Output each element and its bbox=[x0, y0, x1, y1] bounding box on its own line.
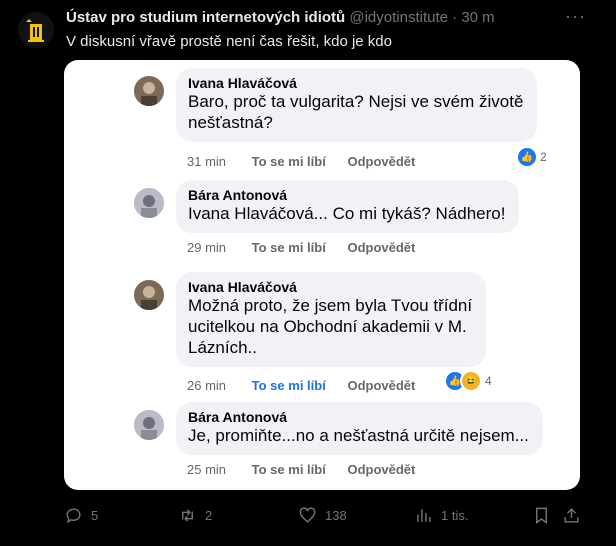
author-name[interactable]: Ústav pro studium internetových idiotů bbox=[66, 9, 345, 26]
comment-text-line: Baro, proč ta vulgarita? Nejsi ve svém ž… bbox=[188, 92, 524, 111]
retweet-icon bbox=[182, 509, 193, 522]
tweet-image[interactable]: Ivana Hlaváčová Baro, proč ta vulgarita?… bbox=[64, 60, 580, 490]
reply-icon bbox=[66, 508, 81, 524]
retweet-count: 2 bbox=[205, 508, 213, 523]
comment-meta: 26 min To se mi líbí Odpovědět bbox=[187, 378, 433, 393]
thumbs-up-icon: 👍 bbox=[516, 146, 538, 168]
commenter-avatar bbox=[134, 76, 164, 106]
comment-time: 25 min bbox=[187, 462, 227, 477]
comment-bubble: Ivana Hlaváčová Možná proto, že jsem byl… bbox=[176, 272, 487, 367]
reaction-count: 4 bbox=[485, 374, 492, 388]
reaction-count: 2 bbox=[540, 150, 547, 164]
share-button[interactable] bbox=[562, 506, 581, 525]
reply-link[interactable]: Odpovědět bbox=[347, 378, 415, 393]
comment-text-line: Lázních.. bbox=[188, 338, 257, 357]
reply-button[interactable]: 5 bbox=[64, 506, 98, 525]
comment-time: 26 min bbox=[187, 378, 227, 393]
comment-meta: 31 min To se mi líbí Odpovědět bbox=[187, 154, 433, 169]
like-link[interactable]: To se mi líbí bbox=[252, 378, 326, 393]
views-icon bbox=[417, 509, 431, 522]
reply-link[interactable]: Odpovědět bbox=[347, 462, 415, 477]
like-link[interactable]: To se mi líbí bbox=[252, 240, 326, 255]
more-dots-icon[interactable]: ··· bbox=[565, 6, 586, 27]
comment-text-line: ucitelkou na Obchodní akademii v M. bbox=[188, 317, 467, 336]
comment-time: 31 min bbox=[187, 154, 227, 169]
commenter-name[interactable]: Bára Antonová bbox=[188, 409, 529, 425]
heart-icon bbox=[299, 507, 316, 523]
comment-text-line: nešťastná? bbox=[188, 113, 273, 132]
retweet-button[interactable]: 2 bbox=[178, 506, 212, 525]
comment-text-line: Je, promiňte...no a nešťastná určitě nej… bbox=[188, 426, 529, 445]
commenter-avatar bbox=[134, 188, 164, 218]
comment-bubble: Bára Antonová Je, promiňte...no a nešťas… bbox=[176, 402, 543, 455]
bookmark-button[interactable] bbox=[532, 506, 551, 525]
separator: · bbox=[452, 9, 458, 26]
reply-link[interactable]: Odpovědět bbox=[347, 240, 415, 255]
reactions[interactable]: 👍 😆 4 bbox=[444, 370, 492, 392]
bookmark-icon bbox=[536, 507, 547, 525]
tweet-text: V diskusní vřavě prostě není čas řešit, … bbox=[66, 33, 392, 50]
views-button[interactable]: 1 tis. bbox=[414, 506, 468, 525]
laugh-icon: 😆 bbox=[460, 370, 482, 392]
commenter-name[interactable]: Ivana Hlaváčová bbox=[188, 279, 472, 295]
comment-bubble: Bára Antonová Ivana Hlaváčová... Co mi t… bbox=[176, 180, 520, 233]
reactions[interactable]: 👍 2 bbox=[516, 146, 547, 168]
author-avatar[interactable] bbox=[18, 12, 54, 48]
author-handle[interactable]: @idyotinstitute bbox=[349, 9, 448, 26]
like-link[interactable]: To se mi líbí bbox=[252, 462, 326, 477]
tweet-time[interactable]: 30 m bbox=[461, 9, 494, 26]
comment-time: 29 min bbox=[187, 240, 227, 255]
like-button[interactable]: 138 bbox=[298, 506, 347, 525]
logo-icon bbox=[18, 12, 54, 48]
reply-link[interactable]: Odpovědět bbox=[347, 154, 415, 169]
comment-text-line: Ivana Hlaváčová... Co mi tykáš? Nádhero! bbox=[188, 204, 506, 223]
comment-meta: 25 min To se mi líbí Odpovědět bbox=[187, 462, 433, 477]
comment-text-line: Možná proto, že jsem byla Tvou třídní bbox=[188, 296, 473, 315]
reply-count: 5 bbox=[91, 508, 99, 523]
commenter-name[interactable]: Bára Antonová bbox=[188, 187, 505, 203]
views-count: 1 tis. bbox=[441, 508, 469, 523]
like-link[interactable]: To se mi líbí bbox=[252, 154, 326, 169]
tweet-header: Ústav pro studium internetových idiotů @… bbox=[66, 9, 495, 26]
commenter-name[interactable]: Ivana Hlaváčová bbox=[188, 75, 523, 91]
like-count: 138 bbox=[325, 508, 347, 523]
comment-meta: 29 min To se mi líbí Odpovědět bbox=[187, 240, 433, 255]
tweet-actions: 5 2 138 1 tis. bbox=[58, 500, 598, 530]
tweet: Ústav pro studium internetových idiotů @… bbox=[0, 0, 616, 546]
commenter-avatar bbox=[134, 280, 164, 310]
comment-bubble: Ivana Hlaváčová Baro, proč ta vulgarita?… bbox=[176, 68, 538, 142]
commenter-avatar bbox=[134, 410, 164, 440]
share-icon bbox=[564, 508, 579, 523]
